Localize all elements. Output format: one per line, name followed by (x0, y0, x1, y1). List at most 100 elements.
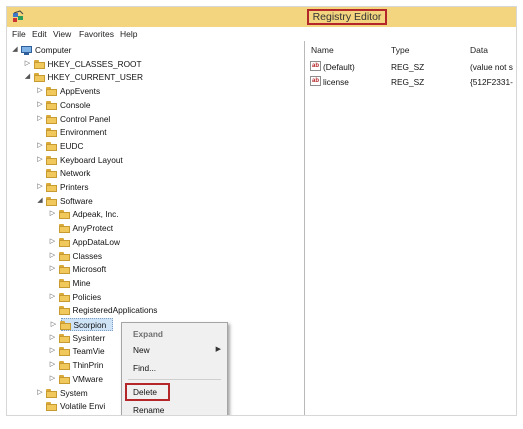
menu-edit[interactable]: Edit (32, 29, 47, 39)
folder-icon (46, 402, 57, 412)
folder-icon (46, 100, 57, 110)
tree-item-label: HKEY_CLASSES_ROOT (47, 58, 142, 69)
title-bar[interactable]: Registry Editor (7, 7, 516, 27)
tree-item-label: RegisteredApplications (72, 305, 158, 316)
string-value-icon: ab (310, 76, 321, 86)
expand-arrow-icon[interactable]: ▷ (36, 155, 44, 165)
folder-icon (58, 251, 70, 261)
folder-icon (58, 224, 70, 234)
tree-item[interactable]: ▷ EUDC (7, 140, 304, 153)
folder-icon (58, 237, 70, 247)
collapse-arrow-icon[interactable]: ◢ (11, 45, 19, 55)
tree-item-label: Keyboard Layout (60, 154, 123, 165)
tree-item[interactable]: ▷ Control Panel (7, 113, 304, 126)
tree-item[interactable]: ▷ Adpeak, Inc. (7, 208, 304, 221)
value-row-default[interactable]: ab (Default) REG_SZ (value not s (305, 60, 516, 74)
menu-view[interactable]: View (53, 29, 71, 39)
expand-arrow-icon[interactable]: ▷ (49, 251, 57, 261)
expand-arrow-icon[interactable]: ▷ (36, 100, 44, 110)
tree-item-label: AppDataLow (72, 236, 121, 247)
tree-item-label: Classes (72, 250, 103, 261)
ctx-new[interactable]: New ▶ (122, 342, 227, 358)
expand-arrow-icon[interactable]: ▷ (49, 209, 57, 219)
tree-item[interactable]: ▷ Printers (7, 181, 304, 194)
tree-item-label: Network (60, 168, 91, 179)
tree-item-label: AnyProtect (72, 223, 114, 234)
tree-item[interactable]: Mine (7, 277, 304, 290)
expand-arrow-icon[interactable]: ▷ (49, 264, 57, 274)
value-name: license (323, 77, 349, 87)
tree-item[interactable]: ◢ HKEY_CURRENT_USER (7, 71, 304, 84)
ctx-rename-label: Rename (133, 405, 165, 415)
ctx-rename[interactable]: Rename (122, 402, 227, 415)
ctx-find-label: Find... (133, 363, 157, 373)
tree-item-label: Control Panel (60, 113, 111, 124)
expand-arrow-icon[interactable]: ▷ (24, 59, 32, 69)
folder-icon (58, 347, 70, 357)
folder-icon (33, 59, 45, 69)
collapse-arrow-icon[interactable]: ◢ (24, 72, 32, 82)
ctx-find[interactable]: Find... (122, 360, 227, 376)
tree-item[interactable]: ▷ HKEY_CLASSES_ROOT (7, 58, 304, 71)
expand-arrow-icon[interactable]: ▷ (49, 374, 57, 384)
tree-item-label: Software (60, 195, 93, 206)
expand-arrow-icon[interactable]: ▷ (49, 333, 57, 343)
registry-editor-window: Registry Editor File Edit View Favorites… (6, 6, 517, 416)
menu-file[interactable]: File (12, 29, 26, 39)
tree-item[interactable]: ▷ Console (7, 99, 304, 112)
expand-arrow-icon[interactable]: ▷ (49, 292, 57, 302)
tree-item-label: Computer (35, 45, 72, 55)
tree-item-label: VMware (72, 373, 103, 384)
expand-arrow-icon[interactable]: ▷ (49, 346, 57, 356)
tree-item[interactable]: RegisteredApplications (7, 304, 304, 317)
tree-item-label: Mine (72, 277, 91, 288)
tree-item-label: ThinPrin (72, 360, 104, 371)
tree-item[interactable]: ◢ Software (7, 195, 304, 208)
tree-item[interactable]: AnyProtect (7, 222, 304, 235)
collapse-arrow-icon[interactable]: ◢ (36, 196, 44, 206)
expand-arrow-icon[interactable]: ▷ (36, 114, 44, 124)
expand-arrow-icon[interactable]: ▷ (50, 320, 58, 330)
menu-favorites[interactable]: Favorites (79, 29, 114, 39)
tree-item[interactable]: ▷ Policies (7, 291, 304, 304)
ctx-delete[interactable]: Delete (122, 383, 227, 401)
folder-icon (33, 73, 45, 83)
tree-item[interactable]: Environment (7, 126, 304, 139)
tree-item-label: HKEY_CURRENT_USER (47, 72, 143, 83)
tree-item-label: Policies (72, 291, 102, 302)
ctx-expand[interactable]: Expand (122, 326, 227, 342)
expand-arrow-icon[interactable]: ▷ (49, 237, 57, 247)
column-data[interactable]: Data (470, 45, 488, 55)
tree-item[interactable]: Network (7, 167, 304, 180)
tree-item-label: Environment (60, 127, 107, 138)
value-name: (Default) (323, 62, 355, 72)
expand-arrow-icon[interactable]: ▷ (36, 141, 44, 151)
tree-item[interactable]: ▷ Microsoft (7, 263, 304, 276)
tree-item[interactable]: ▷ Keyboard Layout (7, 154, 304, 167)
value-row-license[interactable]: ab license REG_SZ {512F2331- (305, 75, 516, 89)
folder-icon (46, 155, 57, 165)
column-type[interactable]: Type (391, 45, 409, 55)
value-data: {512F2331- (470, 77, 513, 87)
expand-arrow-icon[interactable]: ▷ (49, 360, 57, 370)
tree-item-label: Printers (60, 182, 89, 192)
tree-item[interactable]: ◢ Computer (7, 44, 304, 57)
menu-help[interactable]: Help (120, 29, 137, 39)
context-menu: Expand New ▶ Find... Delete Rename (121, 322, 228, 415)
values-pane[interactable]: Name Type Data ab (Default) REG_SZ (valu… (305, 41, 516, 415)
ctx-new-label: New (133, 345, 150, 355)
tree-item-label: AppEvents (60, 86, 101, 97)
folder-icon (58, 333, 70, 343)
tree-item[interactable]: ▷ Classes (7, 250, 304, 263)
tree-item-label: Volatile Envi (60, 401, 106, 412)
tree-item-label: Scorpion (73, 320, 107, 330)
tree-item[interactable]: ▷ AppEvents (7, 85, 304, 98)
expand-arrow-icon[interactable]: ▷ (36, 182, 44, 192)
expand-arrow-icon[interactable]: ▷ (36, 388, 44, 398)
folder-icon (46, 183, 57, 192)
folder-icon (46, 128, 57, 138)
tree-item-selected[interactable]: ▷ Scorpion (51, 318, 113, 331)
expand-arrow-icon[interactable]: ▷ (36, 86, 44, 96)
tree-item[interactable]: ▷ AppDataLow (7, 236, 304, 249)
column-name[interactable]: Name (311, 45, 334, 55)
